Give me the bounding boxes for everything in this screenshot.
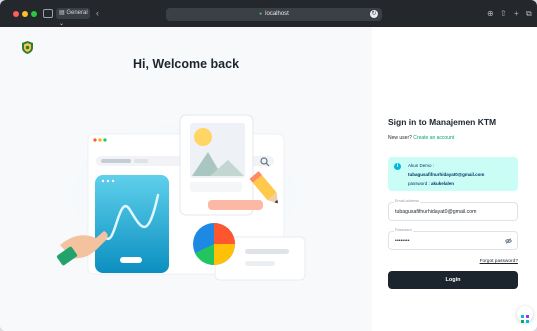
illustration-panel: Hi, Welcome back xyxy=(0,27,372,331)
close-window-button[interactable] xyxy=(13,11,19,17)
maximize-window-button[interactable] xyxy=(31,11,37,17)
email-label: Email address xyxy=(394,199,421,203)
share-icon[interactable]: ⇧ xyxy=(500,9,507,19)
email-field[interactable]: Email address tubagusafifnurhidayat0@gma… xyxy=(388,199,518,221)
demo-account-alert: i Akun Demo : tubagusafifnurhidayat0@gma… xyxy=(388,157,518,191)
demo-password: akukelalen xyxy=(431,181,455,186)
download-icon[interactable]: ⊕ xyxy=(487,9,494,19)
url-text: localhost xyxy=(265,11,289,17)
forgot-password-link[interactable]: Forgot password? xyxy=(480,259,518,264)
new-user-text: New user? xyxy=(388,135,412,141)
tab-group-selector[interactable]: ▤ General ⌄ xyxy=(56,8,90,27)
tabs-icon[interactable]: ⧉ xyxy=(526,9,532,19)
info-icon: i xyxy=(394,163,401,170)
url-bar[interactable]: ● localhost ↻ xyxy=(166,8,382,21)
logo xyxy=(22,41,33,54)
demo-email: tubagusafifnurhidayat0@gmail.com xyxy=(408,172,485,177)
demo-password-line: password : akukelalen xyxy=(408,181,454,186)
sidebar-icon[interactable] xyxy=(43,9,53,18)
password-field[interactable]: Password •••••••• xyxy=(388,228,518,250)
dashboard-illustration xyxy=(35,100,335,290)
signin-title: Sign in to Manajemen KTM xyxy=(388,117,497,127)
signin-panel: Sign in to Manajemen KTM New user? Creat… xyxy=(372,27,537,331)
shield-icon: ● xyxy=(259,11,263,17)
create-account-link[interactable]: Create an account xyxy=(413,135,454,141)
back-icon[interactable]: ‹ xyxy=(96,8,99,18)
demo-password-label: password : xyxy=(408,181,430,186)
email-value: tubagusafifnurhidayat0@gmail.com xyxy=(395,209,477,215)
welcome-heading: Hi, Welcome back xyxy=(132,57,240,71)
tab-group-label: General xyxy=(66,10,88,16)
password-label: Password xyxy=(394,228,413,232)
new-user-line: New user? Create an account xyxy=(388,135,454,141)
browser-titlebar: ▤ General ⌄ ‹ ● localhost ↻ ⊕ ⇧ + ⧉ xyxy=(0,0,537,27)
eye-off-icon[interactable] xyxy=(505,238,512,246)
minimize-window-button[interactable] xyxy=(22,11,28,17)
reload-icon[interactable]: ↻ xyxy=(370,10,378,18)
browser-window: ▤ General ⌄ ‹ ● localhost ↻ ⊕ ⇧ + ⧉ Hi, W… xyxy=(0,0,537,331)
settings-fab-icon xyxy=(521,310,529,323)
new-tab-icon[interactable]: + xyxy=(514,9,519,19)
settings-fab[interactable] xyxy=(517,306,533,323)
login-button[interactable]: Login xyxy=(388,271,518,289)
password-value: •••••••• xyxy=(395,238,410,244)
demo-title: Akun Demo : xyxy=(408,163,435,168)
